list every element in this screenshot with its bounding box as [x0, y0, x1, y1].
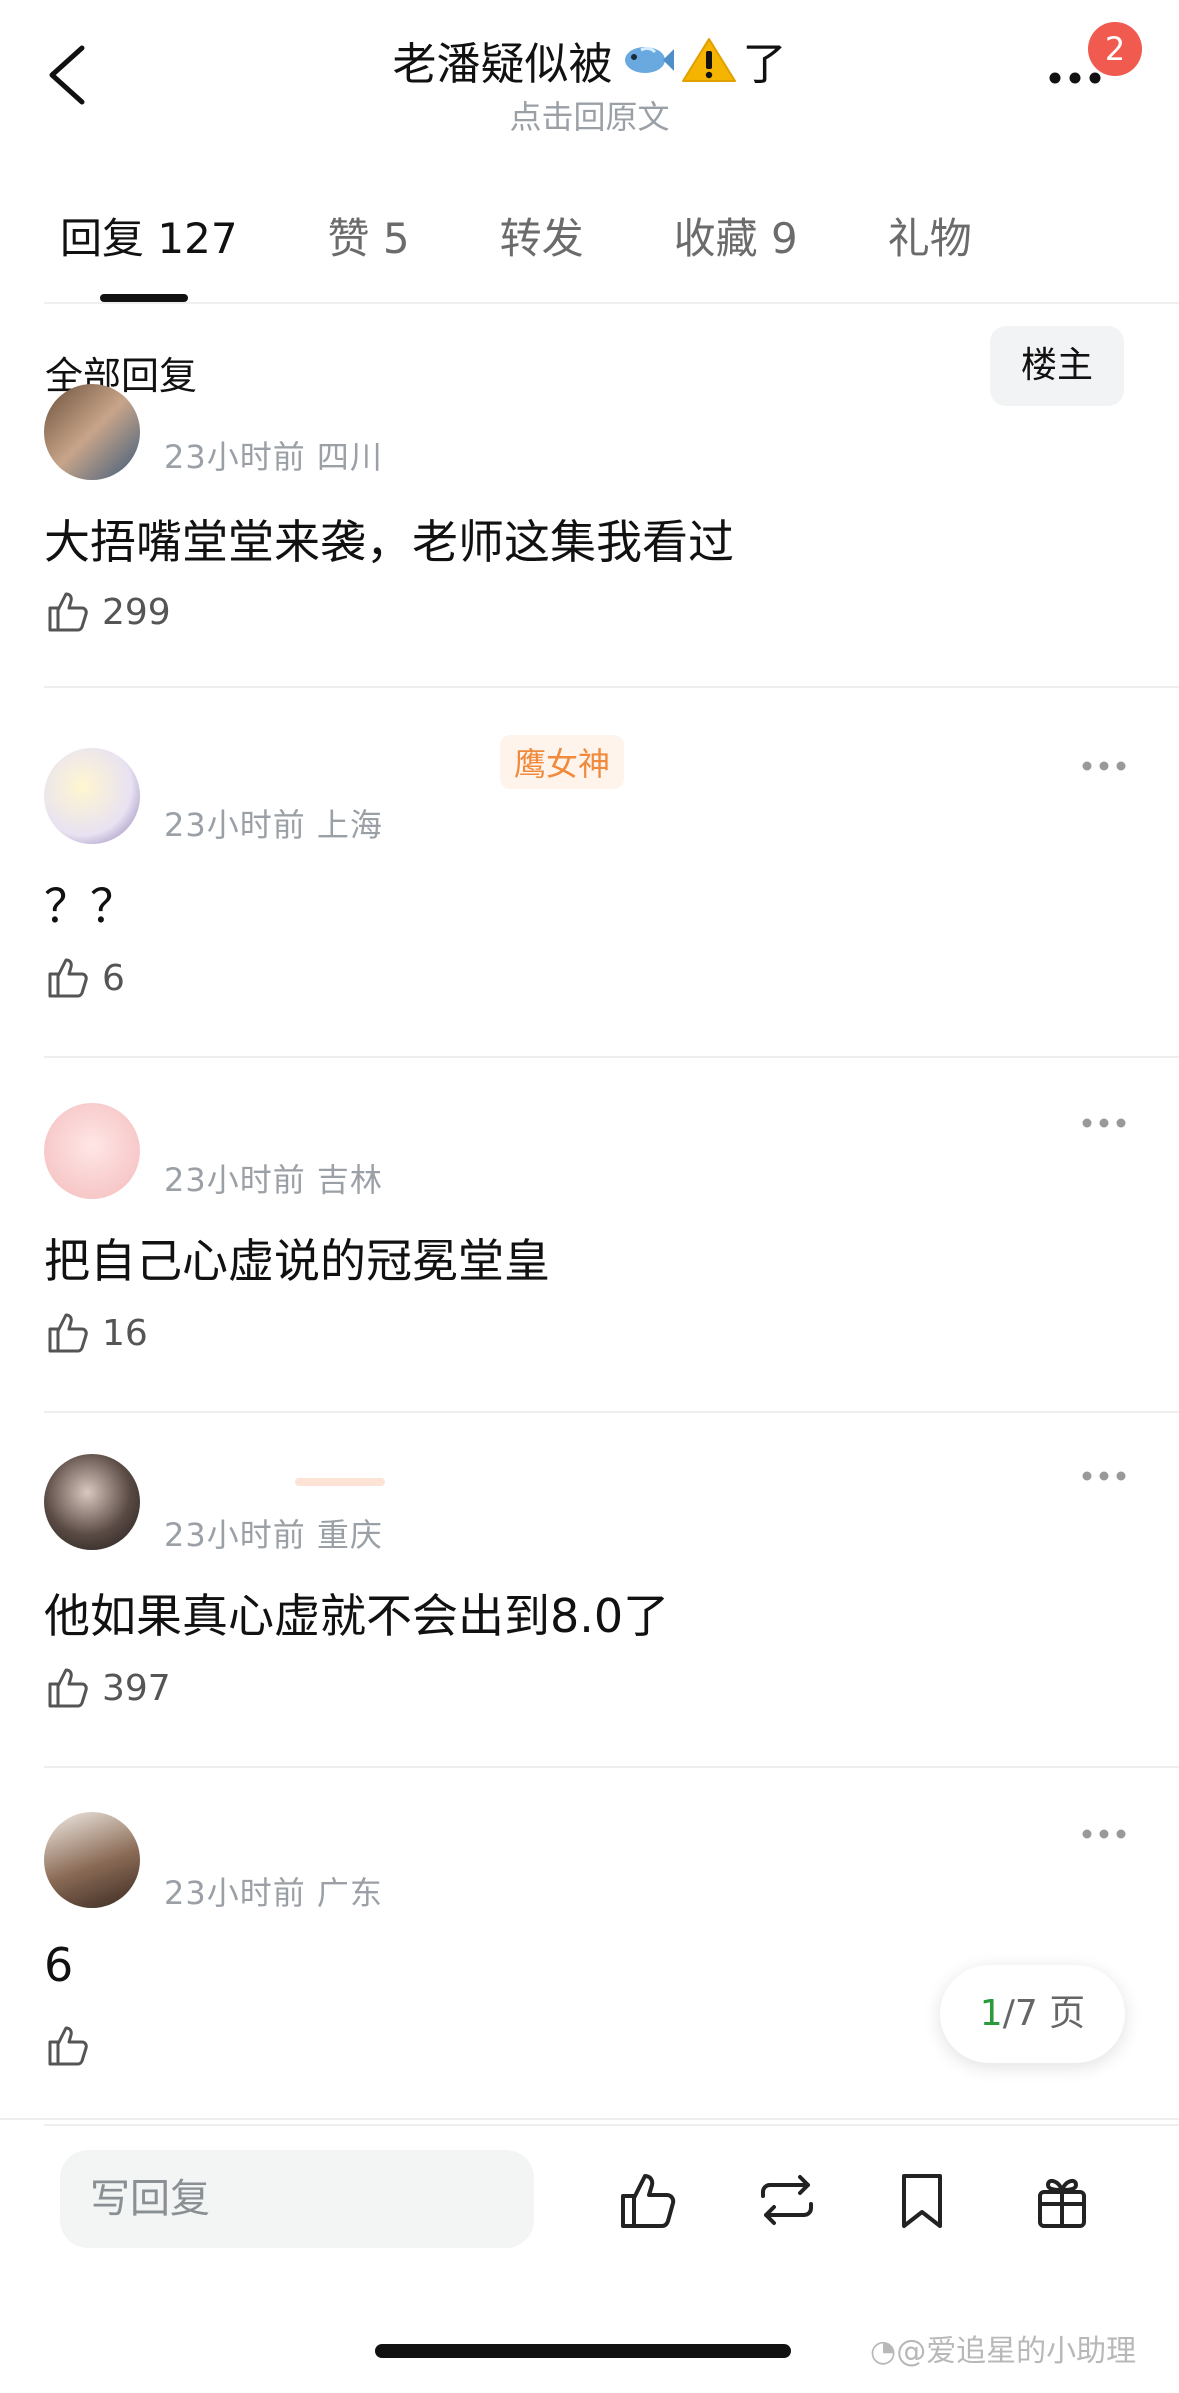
- tab-favorites[interactable]: 收藏 9: [674, 205, 798, 275]
- title-text: 老潘疑似被: [392, 39, 613, 90]
- thumbs-up-icon: [48, 1313, 88, 1353]
- divider: [44, 302, 1179, 304]
- comment-text: 6: [44, 1938, 74, 1992]
- comment-item: 23小时前 四川 大捂嘴堂堂来袭，老师这集我看过 299: [44, 384, 1179, 690]
- comment-meta: 23小时前 上海: [164, 806, 383, 844]
- more-options-icon[interactable]: [1079, 1115, 1129, 1131]
- comment-meta: 23小时前 四川: [164, 438, 383, 476]
- comment-meta: 23小时前 广东: [164, 1874, 383, 1912]
- bookmark-icon[interactable]: [890, 2168, 954, 2232]
- header: 老潘疑似被 了 点击回原文: [0, 28, 1179, 138]
- comment-meta: 23小时前 吉林: [164, 1161, 383, 1199]
- comment-item: 23小时前 重庆 他如果真心虚就不会出到8.0了 397: [44, 1454, 1179, 1768]
- view-original-link[interactable]: 点击回原文: [0, 92, 1179, 138]
- comment-text: 大捂嘴堂堂来袭，老师这集我看过: [44, 515, 734, 569]
- divider: [44, 686, 1179, 688]
- divider: [44, 1411, 1179, 1413]
- tab-gifts[interactable]: 礼物: [888, 205, 972, 275]
- like-button[interactable]: 16: [44, 1309, 148, 1357]
- fish-icon: [624, 46, 674, 73]
- page-indicator[interactable]: 1/7 页: [940, 1965, 1125, 2063]
- page-title[interactable]: 老潘疑似被 了: [393, 28, 787, 92]
- active-tab-indicator: [100, 294, 188, 302]
- more-options-icon[interactable]: [1079, 1826, 1129, 1842]
- comment-item: 23小时前 上海 ？？ 6: [44, 748, 1179, 1058]
- more-options-icon[interactable]: [1079, 1468, 1129, 1484]
- thumbs-up-icon[interactable]: [615, 2168, 679, 2232]
- home-indicator[interactable]: [375, 2344, 791, 2358]
- like-button[interactable]: 397: [44, 1664, 171, 1712]
- divider: [44, 1766, 1179, 1768]
- repost-icon[interactable]: [755, 2168, 819, 2232]
- divider: [0, 2118, 1179, 2120]
- avatar[interactable]: [44, 1103, 140, 1199]
- tab-bar: 回复 127 赞 5 转发 收藏 9 礼物: [60, 205, 1062, 275]
- comment-text: ？？: [44, 879, 136, 933]
- owner-only-button[interactable]: 楼主: [990, 326, 1124, 406]
- thumbs-up-icon: [48, 2026, 88, 2066]
- comment-meta: 23小时前 重庆: [164, 1516, 383, 1554]
- title-text-end: 了: [742, 39, 787, 90]
- avatar[interactable]: [44, 1812, 140, 1908]
- thumbs-up-icon: [48, 592, 88, 632]
- divider: [44, 2124, 1179, 2126]
- notification-badge: 2: [1088, 22, 1142, 76]
- comment-item: 23小时前 吉林 把自己心虚说的冠冕堂皇 16: [44, 1103, 1179, 1413]
- like-button[interactable]: 6: [44, 954, 125, 1002]
- tab-likes[interactable]: 赞 5: [328, 205, 410, 275]
- like-button[interactable]: [44, 2022, 102, 2070]
- tab-reposts[interactable]: 转发: [500, 205, 584, 275]
- gift-icon[interactable]: [1030, 2168, 1094, 2232]
- avatar[interactable]: [44, 1454, 140, 1550]
- tab-replies[interactable]: 回复 127: [60, 205, 238, 275]
- more-options-icon[interactable]: [1079, 758, 1129, 774]
- comment-text: 把自己心虚说的冠冕堂皇: [44, 1234, 550, 1288]
- watermark: ◔@爱追星的小助理: [870, 2334, 1137, 2369]
- reply-input[interactable]: 写回复: [60, 2150, 534, 2248]
- avatar[interactable]: [44, 384, 140, 480]
- avatar[interactable]: [44, 748, 140, 844]
- thumbs-up-icon: [48, 958, 88, 998]
- weibo-logo-icon: ◔: [870, 2334, 897, 2369]
- divider: [44, 1056, 1179, 1058]
- comment-text: 他如果真心虚就不会出到8.0了: [44, 1589, 670, 1643]
- like-button[interactable]: 299: [44, 588, 171, 636]
- thumbs-up-icon: [48, 1668, 88, 1708]
- warning-icon: [681, 38, 736, 82]
